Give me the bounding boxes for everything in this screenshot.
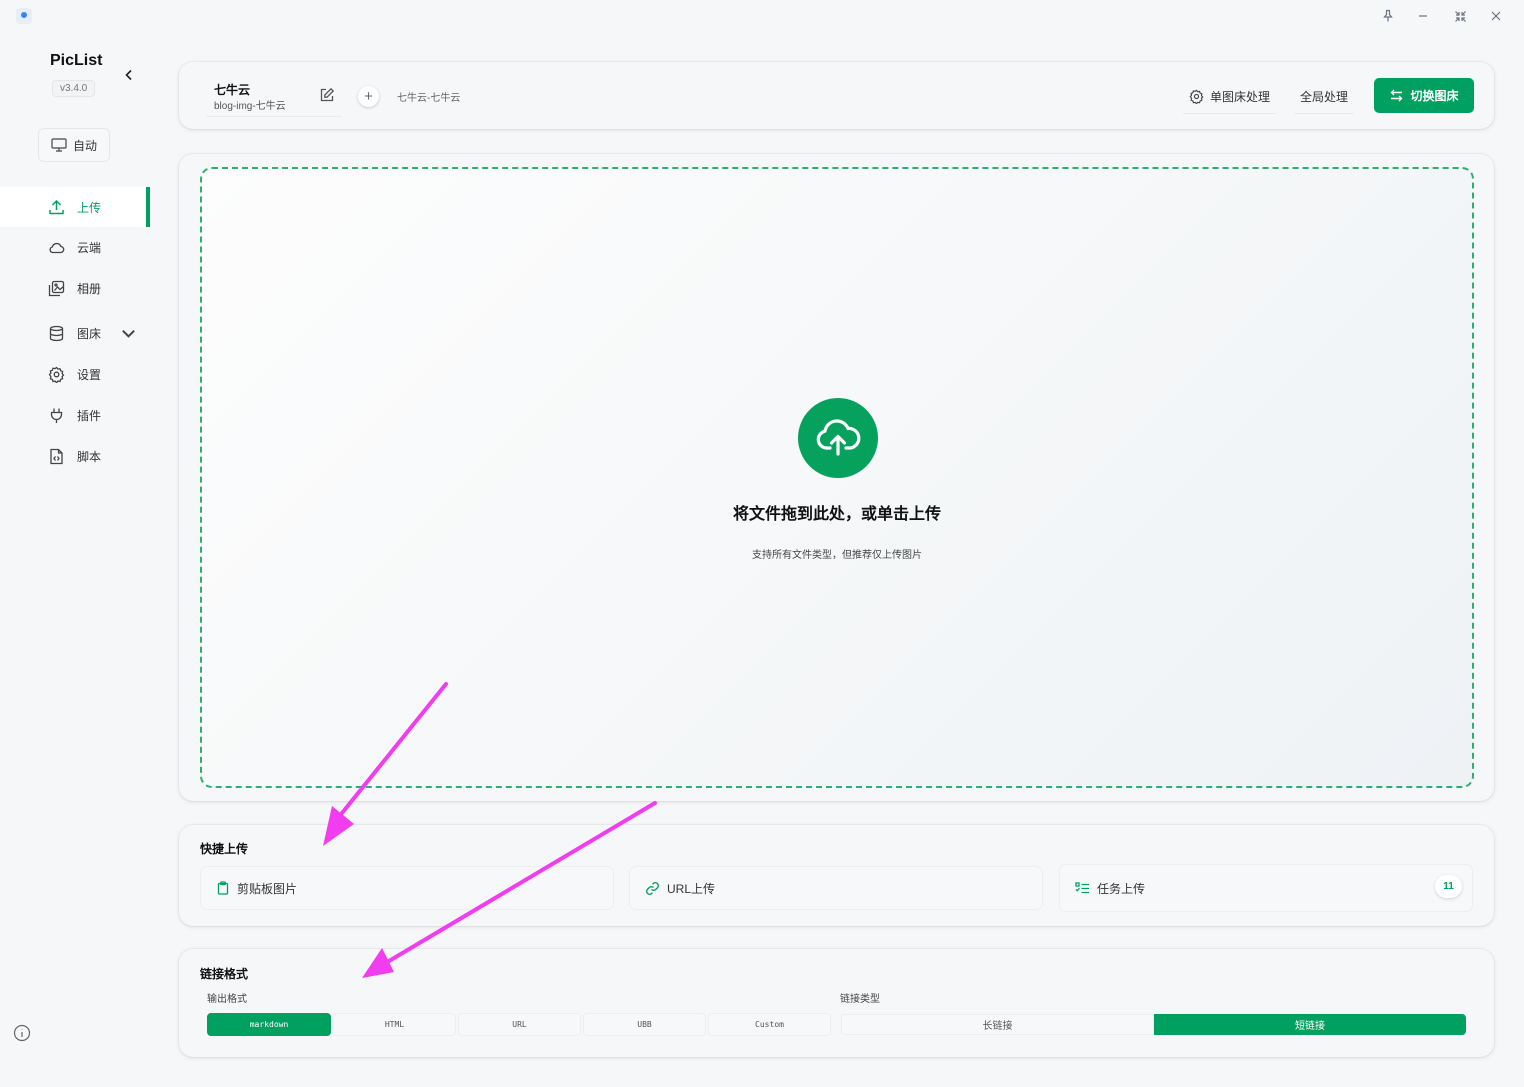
dropzone-subtitle: 支持所有文件类型，但推荐仅上传图片: [752, 550, 922, 561]
sidebar-item-scripts[interactable]: 脚本: [0, 436, 150, 476]
upload-card: 将文件拖到此处，或单击上传 支持所有文件类型，但推荐仅上传图片: [179, 154, 1494, 801]
format-option-markdown[interactable]: markdown: [207, 1013, 331, 1036]
upload-icon: [49, 199, 64, 214]
database-icon: [49, 325, 64, 341]
gear-icon: [48, 366, 65, 383]
clipboard-upload-label: 剪贴板图片: [237, 881, 298, 896]
link-type-label: 链接类型: [840, 994, 880, 1005]
link-type-selector: 长链接 短链接: [841, 1014, 1466, 1037]
link-icon: [646, 881, 659, 895]
info-icon: [13, 1024, 31, 1042]
global-process-label: 全局处理: [1300, 90, 1349, 104]
sidebar-item-gallery[interactable]: 相册: [0, 268, 150, 308]
sidebar-item-label: 上传: [77, 200, 102, 215]
monitor-icon: [51, 138, 67, 152]
plus-icon: +: [364, 88, 373, 105]
chevron-left-icon: [125, 69, 132, 81]
sidebar-item-label: 相册: [77, 281, 102, 296]
format-option-url[interactable]: URL: [458, 1013, 581, 1036]
sidebar: PicList v3.4.0 自动 上传 云端 相册 图床 设置 插件 脚本: [0, 32, 150, 1087]
auto-theme-label: 自动: [73, 138, 98, 153]
cloud-icon: [49, 242, 65, 253]
app-brand: PicList: [50, 52, 103, 69]
chevron-down-icon: [122, 329, 135, 338]
about-button[interactable]: [13, 1024, 31, 1042]
format-option-ubb[interactable]: UBB: [583, 1013, 706, 1036]
format-option-html[interactable]: HTML: [333, 1013, 456, 1036]
quick-upload-card: 快捷上传 剪贴板图片 URL上传 任务上传 11: [179, 825, 1494, 926]
script-icon: [50, 448, 63, 464]
task-upload-button[interactable]: 任务上传 11: [1059, 864, 1473, 912]
link-type-short[interactable]: 短链接: [1154, 1014, 1466, 1035]
clipboard-icon: [217, 881, 229, 895]
upload-button-circle[interactable]: [798, 398, 878, 478]
picbed-header-card: 七牛云 blog-img-七牛云 + 七牛云-七牛云 单图床处理 全局处理 切换…: [179, 62, 1494, 129]
add-config-button[interactable]: +: [358, 86, 379, 107]
dropzone-title: 将文件拖到此处，或单击上传: [732, 506, 941, 523]
output-format-label: 输出格式: [207, 994, 247, 1005]
sidebar-item-cloud[interactable]: 云端: [0, 227, 150, 267]
single-picbed-process-button[interactable]: 单图床处理: [1183, 80, 1277, 114]
picbed-name: 七牛云: [214, 83, 251, 97]
switch-picbed-button[interactable]: 切换图床: [1374, 78, 1474, 113]
edit-config-button[interactable]: [319, 87, 337, 105]
url-upload-label: URL上传: [667, 881, 716, 896]
url-upload-button[interactable]: URL上传: [629, 866, 1043, 910]
plug-icon: [50, 408, 63, 423]
single-process-label: 单图床处理: [1210, 90, 1271, 104]
sidebar-item-label: 脚本: [77, 449, 102, 464]
edit-icon: [320, 87, 335, 102]
link-type-long[interactable]: 长链接: [841, 1014, 1154, 1035]
gallery-icon: [48, 280, 65, 296]
task-list-icon: [1075, 881, 1089, 893]
task-upload-label: 任务上传: [1097, 881, 1146, 896]
sidebar-item-picbed[interactable]: 图床: [0, 313, 150, 353]
close-icon[interactable]: [1483, 4, 1509, 28]
sidebar-item-label: 设置: [77, 367, 102, 382]
sidebar-item-label: 云端: [77, 240, 102, 255]
title-bar: [0, 0, 1524, 32]
picbed-config-name: blog-img-七牛云: [214, 101, 286, 112]
restore-icon[interactable]: [1447, 4, 1473, 28]
cloud-upload-icon: [816, 419, 861, 456]
upload-dropzone[interactable]: 将文件拖到此处，或单击上传 支持所有文件类型，但推荐仅上传图片: [200, 167, 1474, 788]
config-tag[interactable]: 七牛云-七牛云: [397, 89, 460, 104]
quick-upload-title: 快捷上传: [200, 842, 249, 856]
sidebar-item-label: 插件: [77, 408, 102, 423]
auto-theme-button[interactable]: 自动: [38, 128, 110, 162]
output-format-selector: markdown HTML URL UBB Custom: [207, 1013, 833, 1036]
app-logo-icon: [16, 8, 32, 24]
global-process-button[interactable]: 全局处理: [1294, 80, 1355, 114]
sidebar-item-plugins[interactable]: 插件: [0, 395, 150, 435]
minimize-icon[interactable]: [1410, 4, 1436, 28]
version-badge: v3.4.0: [52, 80, 96, 97]
clipboard-upload-button[interactable]: 剪贴板图片: [200, 866, 614, 910]
collapse-sidebar-button[interactable]: [120, 66, 138, 84]
swap-icon: [1390, 89, 1403, 102]
sidebar-item-upload[interactable]: 上传: [0, 187, 150, 227]
switch-picbed-label: 切换图床: [1410, 89, 1459, 103]
link-format-title: 链接格式: [200, 967, 249, 981]
gear-icon: [1189, 89, 1204, 104]
link-format-card: 链接格式 输出格式 markdown HTML URL UBB Custom 链…: [179, 949, 1494, 1057]
pin-icon[interactable]: [1375, 4, 1401, 28]
task-count-badge: 11: [1435, 875, 1462, 898]
format-option-custom[interactable]: Custom: [708, 1013, 831, 1036]
sidebar-item-label: 图床: [77, 326, 102, 341]
sidebar-item-settings[interactable]: 设置: [0, 354, 150, 394]
